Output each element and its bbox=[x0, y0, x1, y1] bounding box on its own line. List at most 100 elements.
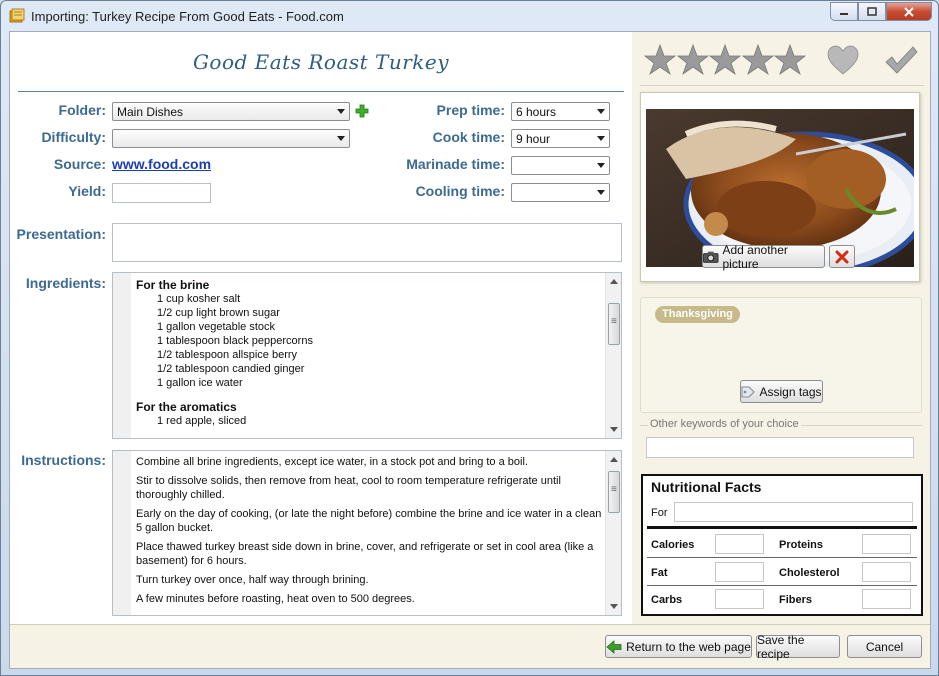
scroll-down-icon[interactable] bbox=[610, 604, 618, 609]
keywords-input[interactable] bbox=[646, 437, 914, 458]
prep-time-select[interactable]: 6 hours bbox=[511, 102, 610, 121]
difficulty-label: Difficulty: bbox=[41, 129, 106, 145]
marinade-time-label: Marinade time: bbox=[406, 156, 505, 172]
prep-time-value: 6 hours bbox=[516, 105, 557, 119]
heart-icon[interactable] bbox=[826, 44, 860, 76]
cook-time-value: 9 hour bbox=[516, 132, 551, 146]
nutrition-for-input[interactable] bbox=[674, 502, 913, 522]
ingredients-scrollbar[interactable] bbox=[605, 273, 621, 438]
close-icon bbox=[904, 6, 914, 17]
folder-value: Main Dishes bbox=[117, 105, 184, 119]
presentation-input[interactable] bbox=[112, 223, 622, 262]
instructions-scrollbar[interactable] bbox=[605, 451, 621, 615]
delete-picture-button[interactable] bbox=[829, 245, 855, 268]
instruction-step: Stir to dissolve solids, then remove fro… bbox=[136, 475, 561, 501]
presentation-label: Presentation: bbox=[16, 226, 106, 242]
rating-divider bbox=[640, 85, 924, 86]
calories-input[interactable] bbox=[715, 534, 764, 554]
star-icon[interactable] bbox=[644, 44, 676, 76]
chevron-down-icon bbox=[597, 109, 605, 114]
chevron-down-icon bbox=[597, 190, 605, 195]
recipe-title[interactable]: Good Eats Roast Turkey bbox=[10, 50, 632, 74]
ingredient-section-heading: For the aromatics bbox=[136, 400, 237, 414]
assign-tags-label: Assign tags bbox=[759, 384, 822, 399]
ingredients-list[interactable]: For the brine 1 cup kosher salt 1/2 cup … bbox=[112, 272, 622, 439]
proteins-input[interactable] bbox=[862, 534, 911, 554]
title-bar[interactable]: Importing: Turkey Recipe From Good Eats … bbox=[1, 1, 938, 31]
ingredient-item: 1 gallon vegetable stock bbox=[157, 321, 276, 333]
scroll-up-icon[interactable] bbox=[610, 279, 618, 284]
minimize-icon bbox=[840, 12, 848, 15]
return-to-web-page-button[interactable]: Return to the web page bbox=[605, 635, 752, 658]
yield-input[interactable] bbox=[112, 183, 211, 203]
folder-select[interactable]: Main Dishes bbox=[112, 102, 350, 121]
cancel-label: Cancel bbox=[865, 639, 904, 654]
close-window-button[interactable] bbox=[886, 2, 932, 21]
instruction-step: Early on the day of cooking, (or late th… bbox=[136, 508, 602, 534]
yield-label: Yield: bbox=[68, 183, 106, 199]
list-gutter bbox=[113, 451, 131, 615]
scroll-thumb[interactable] bbox=[608, 303, 620, 345]
return-label: Return to the web page bbox=[626, 639, 751, 654]
instructions-content: Combine all brine ingredients, except ic… bbox=[136, 455, 602, 611]
star-rating[interactable] bbox=[644, 44, 807, 76]
ingredients-content: For the brine 1 cup kosher salt 1/2 cup … bbox=[136, 278, 606, 428]
fibers-input[interactable] bbox=[862, 589, 911, 609]
assign-tags-button[interactable]: Assign tags bbox=[740, 380, 823, 403]
star-icon[interactable] bbox=[676, 44, 709, 76]
maximize-button[interactable] bbox=[858, 2, 886, 21]
ingredient-item: 1 red apple, sliced bbox=[157, 415, 247, 427]
fat-input[interactable] bbox=[715, 562, 764, 582]
source-label: Source: bbox=[53, 156, 106, 172]
tag-chip[interactable]: Thanksgiving bbox=[655, 306, 740, 323]
checkmark-icon[interactable] bbox=[883, 44, 919, 76]
source-link[interactable]: www.food.com bbox=[112, 156, 211, 172]
instructions-label: Instructions: bbox=[21, 452, 106, 468]
keywords-label: Other keywords of your choice bbox=[648, 418, 801, 430]
nutrition-row-divider bbox=[647, 585, 917, 586]
client-area: Good Eats Roast Turkey Folder: Main Dish… bbox=[9, 31, 931, 669]
recipe-photo-frame: Add another picture bbox=[640, 92, 920, 282]
back-arrow-icon bbox=[606, 639, 622, 654]
instruction-step: A few minutes before roasting, heat oven… bbox=[136, 593, 415, 605]
chevron-down-icon bbox=[337, 109, 345, 114]
ingredient-item: 1 tablespoon black peppercorns bbox=[157, 335, 313, 347]
marinade-time-select[interactable] bbox=[511, 156, 610, 175]
chevron-down-icon bbox=[597, 163, 605, 168]
chevron-down-icon bbox=[337, 136, 345, 141]
instructions-list[interactable]: Combine all brine ingredients, except ic… bbox=[112, 450, 622, 616]
minimize-button[interactable] bbox=[830, 2, 858, 21]
nutrition-row-divider bbox=[647, 557, 917, 558]
app-icon bbox=[9, 8, 25, 23]
list-gutter bbox=[113, 273, 131, 438]
carbs-input[interactable] bbox=[715, 589, 764, 609]
scroll-thumb[interactable] bbox=[608, 471, 620, 513]
ingredient-item: 1 gallon ice water bbox=[157, 377, 243, 389]
difficulty-select[interactable] bbox=[112, 129, 350, 148]
star-icon[interactable] bbox=[709, 44, 741, 76]
fat-label: Fat bbox=[651, 567, 668, 579]
proteins-label: Proteins bbox=[779, 539, 824, 551]
title-divider bbox=[18, 91, 624, 92]
add-folder-icon[interactable] bbox=[355, 104, 369, 118]
cancel-button[interactable]: Cancel bbox=[847, 635, 922, 658]
scroll-up-icon[interactable] bbox=[610, 457, 618, 462]
ingredient-item: 1/2 tablespoon allspice berry bbox=[157, 349, 298, 361]
add-picture-button[interactable]: Add another picture bbox=[702, 242, 825, 271]
scroll-down-icon[interactable] bbox=[610, 427, 618, 432]
chevron-down-icon bbox=[597, 136, 605, 141]
nutrition-facts-panel: Nutritional Facts For Calories Proteins … bbox=[641, 474, 923, 616]
cooling-time-select[interactable] bbox=[511, 183, 610, 202]
cholesterol-input[interactable] bbox=[862, 562, 911, 582]
instruction-step: Combine all brine ingredients, except ic… bbox=[136, 456, 528, 468]
cook-time-select[interactable]: 9 hour bbox=[511, 129, 610, 148]
add-picture-label: Add another picture bbox=[722, 242, 788, 271]
star-icon[interactable] bbox=[741, 44, 774, 76]
cook-time-label: Cook time: bbox=[432, 129, 505, 145]
tag-icon bbox=[741, 386, 756, 397]
ingredient-item: 1/2 cup light brown sugar bbox=[157, 307, 280, 319]
star-icon[interactable] bbox=[774, 44, 806, 76]
save-recipe-button[interactable]: Save the recipe bbox=[756, 633, 840, 661]
camera-icon bbox=[703, 251, 719, 263]
keywords-group: Other keywords of your choice bbox=[640, 418, 922, 461]
